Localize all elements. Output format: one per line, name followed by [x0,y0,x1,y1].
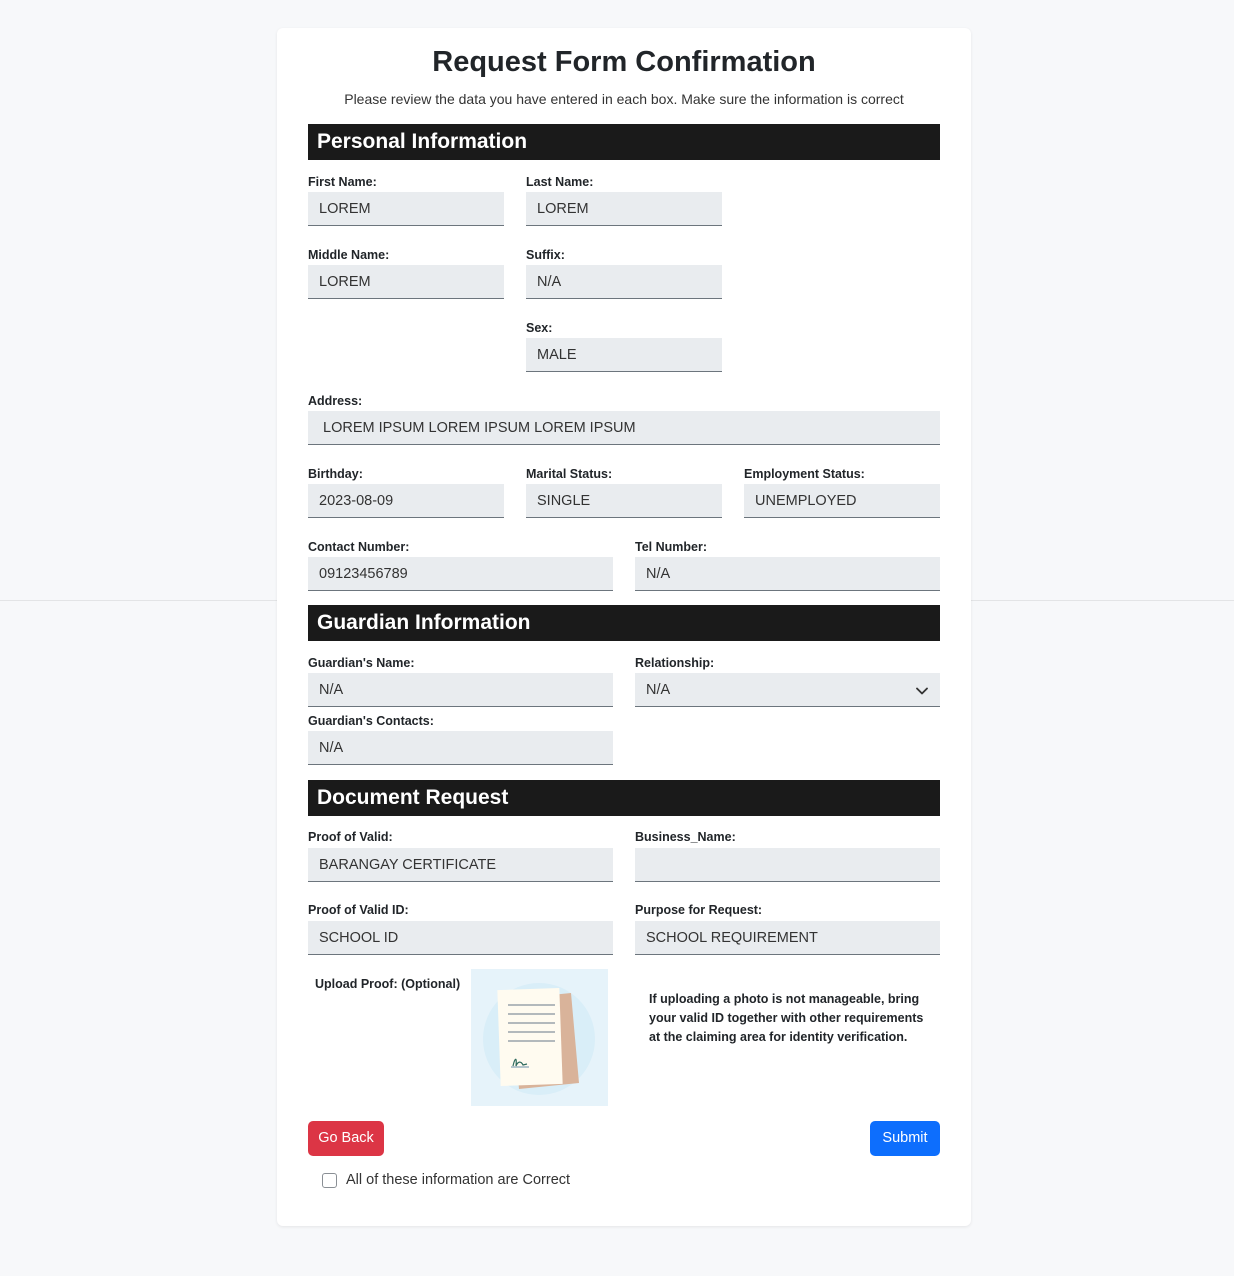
first-name-field[interactable]: LOREM [308,192,504,226]
address-field[interactable]: LOREM IPSUM LOREM IPSUM LOREM IPSUM [308,411,940,445]
purpose-label: Purpose for Request: [635,903,763,917]
page-subtitle: Please review the data you have entered … [344,91,904,107]
proof-of-valid-field[interactable]: BARANGAY CERTIFICATE [308,848,613,882]
upload-proof-preview[interactable] [471,969,608,1106]
birthday-field[interactable]: 2023-08-09 [308,484,504,518]
confirm-checkbox[interactable] [322,1172,337,1188]
guardian-name-label: Guardian's Name: [308,656,415,670]
section-document-request: Document Request [308,780,940,816]
middle-name-label: Middle Name: [308,248,390,262]
section-guardian-information: Guardian Information [308,605,940,641]
proof-of-valid-id-field[interactable]: SCHOOL ID [308,921,613,955]
proof-of-valid-id-label: Proof of Valid ID: [308,903,409,917]
confirm-label[interactable]: All of these information are Correct [346,1172,570,1188]
contact-number-field[interactable]: 09123456789 [308,557,613,591]
business-name-label: Business_Name: [635,830,736,844]
section-personal-information: Personal Information [308,124,940,160]
tel-number-field[interactable]: N/A [635,557,940,591]
page-title: Request Form Confirmation [432,46,816,78]
first-name-label: First Name: [308,175,377,189]
upload-note: If uploading a photo is not manageable, … [649,992,924,1044]
purpose-field[interactable]: SCHOOL REQUIREMENT [635,921,940,955]
birthday-label: Birthday: [308,467,363,481]
last-name-field[interactable]: LOREM [526,192,722,226]
tel-number-label: Tel Number: [635,540,707,554]
relationship-value: N/A [646,682,671,698]
sex-label: Sex: [526,321,553,335]
guardian-contacts-field[interactable]: N/A [308,731,613,765]
chevron-down-icon [916,673,928,707]
relationship-label: Relationship: [635,656,715,670]
go-back-button[interactable]: Go Back [308,1121,384,1156]
employment-status-label: Employment Status: [744,467,865,481]
sex-field[interactable]: MALE [526,338,722,372]
confirmation-card: Request Form Confirmation Please review … [277,28,971,1226]
last-name-label: Last Name: [526,175,594,189]
proof-of-valid-label: Proof of Valid: [308,830,393,844]
upload-proof-label: Upload Proof: (Optional) [315,977,461,991]
guardian-contacts-label: Guardian's Contacts: [308,714,434,728]
address-label: Address: [308,394,363,408]
confirm-row: All of these information are Correct [322,1172,570,1188]
relationship-select[interactable]: N/A [635,673,940,707]
document-signed-icon [483,983,595,1095]
contact-number-label: Contact Number: [308,540,410,554]
marital-status-field[interactable]: SINGLE [526,484,722,518]
submit-button[interactable]: Submit [870,1121,940,1156]
marital-status-label: Marital Status: [526,467,613,481]
suffix-field[interactable]: N/A [526,265,722,299]
suffix-label: Suffix: [526,248,565,262]
business-name-field[interactable] [635,848,940,882]
middle-name-field[interactable]: LOREM [308,265,504,299]
employment-status-field[interactable]: UNEMPLOYED [744,484,940,518]
guardian-name-field[interactable]: N/A [308,673,613,707]
